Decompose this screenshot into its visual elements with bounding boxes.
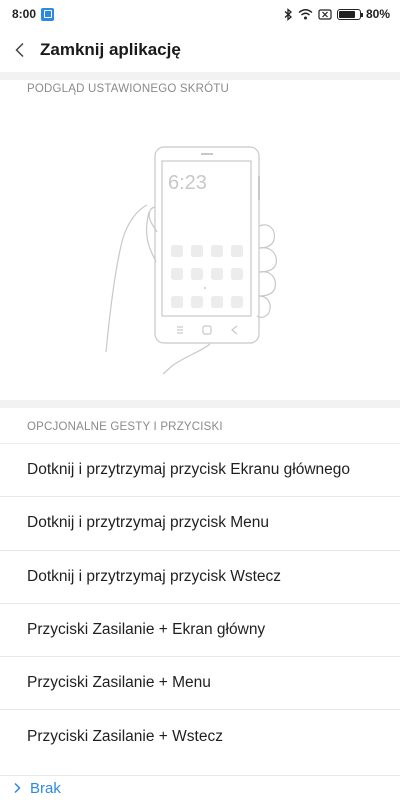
notification-icon	[41, 7, 55, 21]
phone-clock: 6:23	[168, 172, 207, 194]
page-title: Zamknij aplikację	[40, 40, 181, 59]
list-item[interactable]: Dotknij i przytrzymaj przycisk Wstecz	[0, 549, 400, 603]
section-label-options: OPCJONALNE GESTY I PRZYCISKI	[27, 421, 223, 433]
app-header: Zamknij aplikację	[0, 28, 400, 72]
selected-option-label: Brak	[30, 779, 61, 797]
battery-percent: 80%	[365, 7, 390, 21]
no-sim-icon	[318, 8, 332, 20]
battery-icon	[336, 8, 363, 20]
options-list: Dotknij i przytrzymaj przycisk Ekranu gł…	[0, 443, 400, 763]
status-bar: 8:00 80%	[0, 0, 400, 28]
selected-option-none[interactable]: Brak	[0, 775, 400, 800]
status-time: 8:00	[12, 7, 37, 21]
wifi-icon	[298, 9, 313, 20]
list-item[interactable]: Przyciski Zasilanie + Wstecz	[0, 709, 400, 762]
section-divider	[0, 72, 400, 80]
chevron-left-icon	[15, 42, 24, 58]
back-button[interactable]	[0, 28, 40, 72]
chevron-right-icon	[14, 782, 21, 794]
list-item[interactable]: Dotknij i przytrzymaj przycisk Menu	[0, 496, 400, 549]
section-label-preview: PODGLĄD USTAWIONEGO SKRÓTU	[27, 83, 229, 95]
list-item[interactable]: Dotknij i przytrzymaj przycisk Ekranu gł…	[0, 443, 400, 496]
section-divider	[0, 400, 400, 408]
list-item[interactable]: Przyciski Zasilanie + Menu	[0, 656, 400, 709]
shortcut-preview: 6:23	[0, 108, 400, 400]
status-icons: 80%	[283, 7, 390, 21]
bluetooth-icon	[284, 7, 292, 21]
list-item[interactable]: Przyciski Zasilanie + Ekran główny	[0, 602, 400, 656]
phone-hand-illustration: 6:23	[105, 146, 277, 375]
